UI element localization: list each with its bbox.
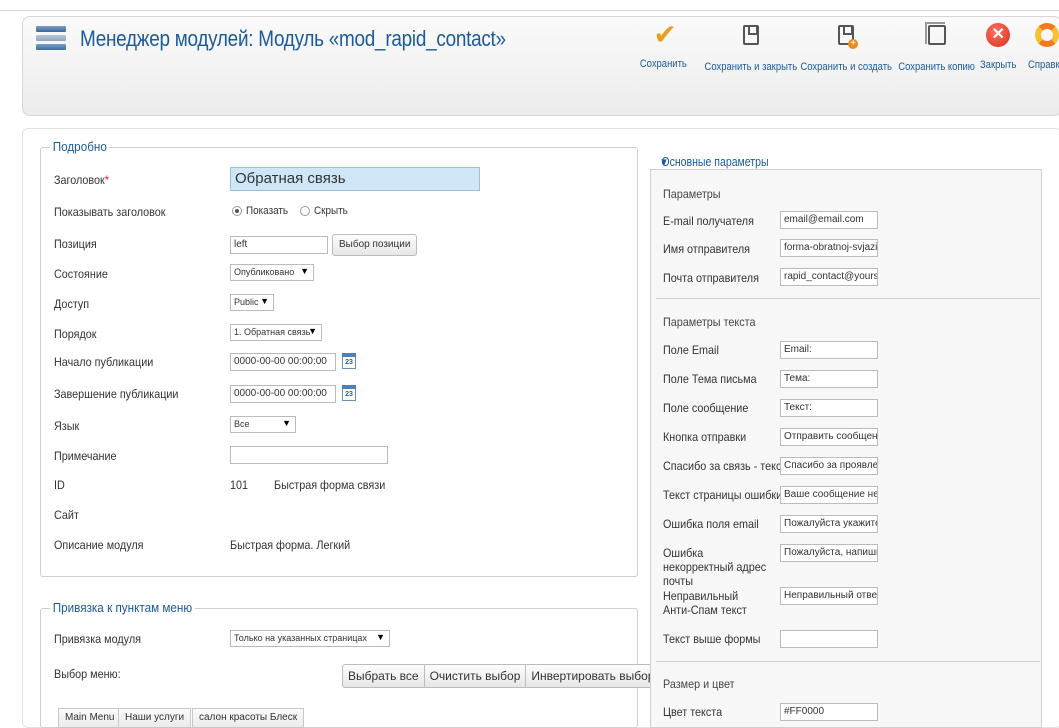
publish-down-label: Завершение публикации (54, 387, 179, 401)
sender-mail-input[interactable]: rapid_contact@yoursite.co (780, 268, 878, 286)
thanks-input[interactable]: Спасибо за проявленный (780, 457, 878, 475)
text-params-title: Параметры текста (663, 315, 756, 329)
subject-field-input[interactable]: Тема: (780, 370, 878, 388)
above-form-label: Текст выше формы (663, 632, 761, 646)
recipient-input[interactable]: email@email.com (780, 211, 878, 229)
site-label: Сайт (54, 508, 79, 522)
order-select[interactable]: 1. Обратная связь ▼ (230, 324, 322, 341)
chevron-down-icon: ▼ (308, 326, 317, 336)
order-label: Порядок (54, 327, 97, 341)
menu-assign-label: Привязка модуля (54, 632, 142, 646)
send-button-input[interactable]: Отправить сообщение (780, 428, 878, 446)
note-input[interactable] (230, 446, 388, 464)
antispam-label: Неправильный Анти-Спам текст (663, 589, 747, 617)
access-label: Доступ (54, 297, 90, 311)
state-select[interactable]: Опубликовано ▼ (230, 264, 314, 281)
id-value: 101 (230, 478, 249, 492)
menu-tab-services[interactable]: Наши услуги (118, 708, 192, 728)
text-color-input[interactable]: #FF0000 (780, 703, 878, 721)
separator (656, 661, 1040, 662)
chevron-down-icon: ▼ (300, 266, 309, 276)
show-title-radio-show[interactable] (232, 206, 242, 216)
save-button[interactable]: Сохранить (636, 18, 691, 70)
bad-email-input[interactable]: Пожалуйста, напишите д (780, 544, 878, 562)
menu-tab-main[interactable]: Main Menu (58, 708, 122, 728)
select-position-button[interactable]: Выбор позиции (332, 234, 418, 256)
message-field-input[interactable]: Текст: (780, 399, 878, 417)
clear-selection-button[interactable]: Очистить выбор (423, 665, 526, 687)
above-form-input[interactable] (780, 630, 878, 648)
access-select[interactable]: Public ▼ (230, 294, 274, 311)
save-close-button[interactable]: Сохранить и закрыть (697, 22, 805, 73)
invert-selection-button[interactable]: Инвертировать выбор (525, 665, 659, 687)
text-color-label: Цвет текста (663, 705, 723, 719)
antispam-input[interactable]: Неправильный ответ (780, 587, 878, 605)
top-border (0, 10, 1059, 11)
copy-icon (924, 22, 946, 45)
email-error-label: Ошибка поля email (663, 517, 759, 531)
sender-mail-label: Почта отправителя (663, 271, 759, 285)
show-title-label: Показывать заголовок (54, 205, 166, 219)
save-new-button[interactable]: Сохранить и создать (793, 22, 899, 73)
email-field-label: Поле Email (663, 343, 719, 357)
size-color-title: Размер и цвет (663, 677, 735, 691)
menu-select-label: Выбор меню: (54, 667, 121, 681)
recipient-label: E-mail получателя (663, 214, 754, 228)
position-input[interactable]: left (230, 236, 328, 254)
chevron-down-icon: ▼ (260, 296, 269, 306)
id-label: ID (54, 478, 65, 492)
menu-assign-select[interactable]: Только на указанных страницах ▼ (230, 630, 390, 647)
show-title-radio-hide[interactable] (300, 206, 310, 216)
page-title: Менеджер модулей: Модуль «mod_rapid_cont… (80, 26, 506, 51)
chevron-down-icon: ▼ (282, 418, 291, 428)
module-manager-icon (36, 26, 66, 58)
check-icon (651, 18, 676, 51)
menu-tab-salon[interactable]: салон красоты Блеск (192, 708, 305, 728)
language-select[interactable]: Все ▼ (230, 416, 296, 433)
help-icon (1034, 23, 1059, 47)
title-label: Заголовок* (54, 173, 109, 187)
menu-assignment-legend: Привязка к пунктам меню (50, 600, 195, 615)
publish-up-label: Начало публикации (54, 355, 154, 369)
subject-field-label: Поле Тема письма (663, 372, 757, 386)
show-option-label: Показать (246, 205, 289, 217)
calendar-icon[interactable]: 23 (342, 353, 356, 369)
publish-up-input[interactable]: 0000-00-00 00:00:00 (230, 353, 336, 371)
close-icon: ✕ (986, 23, 1011, 47)
error-page-input[interactable]: Ваше сообщение не мож (780, 486, 878, 504)
chevron-down-icon: ▼ (376, 632, 385, 642)
thanks-label: Спасибо за связь - текст (663, 459, 787, 473)
publish-down-input[interactable]: 0000-00-00 00:00:00 (230, 385, 336, 403)
select-all-button[interactable]: Выбрать все (343, 665, 424, 687)
message-field-label: Поле сообщение (663, 401, 749, 415)
disk-icon (742, 25, 759, 45)
help-button[interactable]: Справка (1025, 22, 1059, 71)
save-copy-button[interactable]: Сохранить копию (892, 22, 981, 73)
hide-option-label: Скрыть (314, 205, 348, 217)
separator (656, 298, 1040, 299)
menu-select-buttons: Выбрать все Очистить выбор Инвертировать… (342, 664, 661, 688)
email-error-input[interactable]: Пожалуйста укажите ваш (780, 515, 878, 533)
calendar-icon[interactable]: 23 (342, 385, 356, 401)
close-button[interactable]: ✕ Закрыть (977, 22, 1019, 71)
email-field-input[interactable]: Email: (780, 341, 878, 359)
details-legend: Подробно (50, 139, 110, 154)
module-description: Быстрая форма. Легкий (230, 538, 351, 552)
params-section-title: Параметры (663, 187, 721, 201)
error-page-label: Текст страницы ошибки (663, 488, 783, 502)
language-label: Язык (54, 419, 80, 433)
position-label: Позиция (54, 237, 97, 251)
module-name: Быстрая форма связи (274, 478, 386, 492)
note-label: Примечание (54, 449, 117, 463)
sender-name-label: Имя отправителя (663, 242, 751, 256)
disk-plus-icon (838, 25, 859, 49)
bad-email-label: Ошибка некорректный адрес почты (663, 546, 767, 588)
send-button-label: Кнопка отправки (663, 430, 747, 444)
description-label: Описание модуля (54, 538, 144, 552)
params-header[interactable]: ▾ Основные параметры (650, 148, 1042, 170)
state-label: Состояние (54, 267, 108, 281)
title-input[interactable]: Обратная связь (230, 167, 480, 191)
sender-name-input[interactable]: forma-obratnoj-svjazi-jooml (780, 239, 878, 257)
